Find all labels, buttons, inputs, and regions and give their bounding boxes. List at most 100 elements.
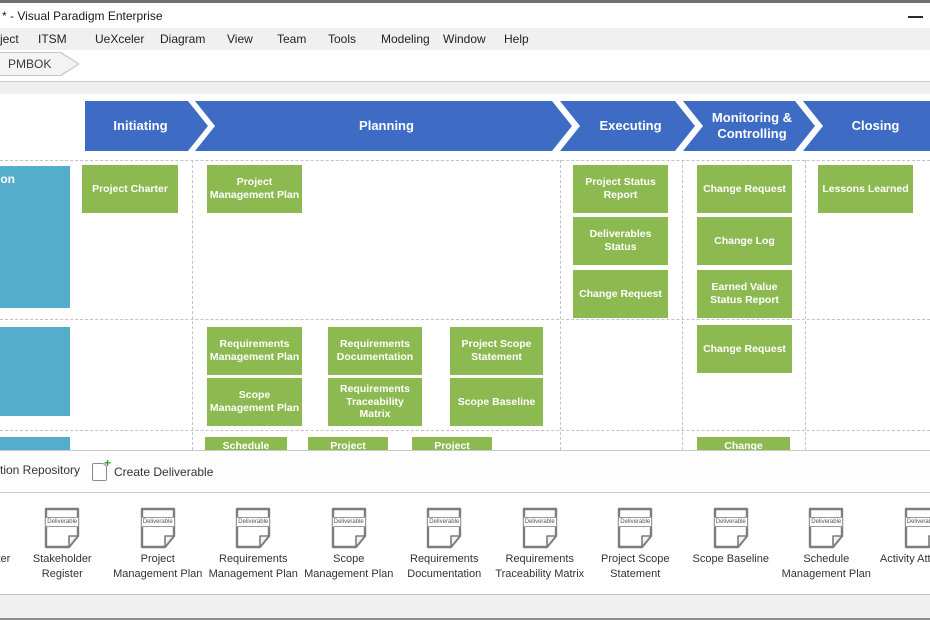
deliverable-box-project-scope-statement[interactable]: Project Scope Statement [450, 327, 543, 375]
menu-item-team[interactable]: Team [277, 28, 306, 50]
phase-label: Planning [359, 118, 414, 134]
repository-panel-header: tion Repository + Create Deliverable [0, 451, 930, 493]
deliverable-stereotype-label: Deliverable [427, 517, 461, 527]
deliverable-stereotype-label: Deliverable [332, 517, 366, 527]
deliverable-document-icon: Deliverable [808, 507, 844, 549]
menu-item-itsm[interactable]: ITSM [38, 28, 67, 50]
application-window: * - Visual Paradigm Enterprise ject ITSM U… [0, 0, 930, 620]
deliverable-box-project-status-report[interactable]: Project Status Report [573, 165, 668, 213]
repository-panel-title: tion Repository [0, 463, 80, 477]
deliverable-box-requirements-management-plan[interactable]: Requirements Management Plan [207, 327, 302, 375]
phase-label: Closing [852, 118, 900, 134]
deliverable-stereotype-label: Deliverable [141, 517, 175, 527]
phase-label: Executing [599, 118, 661, 134]
phase-label: Monitoring & Controlling [701, 110, 803, 143]
deliverable-stereotype-label: Deliverable [236, 517, 270, 527]
deliverable-stereotype-label: Deliverable [523, 517, 557, 527]
deliverable-box-requirements-traceability-matrix[interactable]: Requirements Traceability Matrix [328, 378, 422, 426]
minimize-button[interactable] [903, 9, 927, 25]
deliverable-document-icon: Deliverable [713, 507, 749, 549]
deliverable-document-icon: Deliverable [426, 507, 462, 549]
deliverable-document-icon: Deliverable [44, 507, 80, 549]
create-deliverable-button[interactable]: + Create Deliverable [86, 459, 219, 485]
status-bar [0, 594, 930, 620]
phase-monitoring-controlling[interactable]: Monitoring & Controlling [683, 101, 815, 151]
deliverable-box-change[interactable]: Change [697, 437, 790, 450]
repository-item-label: Project Charter [0, 552, 14, 567]
deliverable-box-change-request[interactable]: Change Request [697, 165, 792, 213]
deliverable-box-change-request[interactable]: Change Request [573, 270, 668, 318]
grid-vline [682, 160, 683, 450]
deliverable-document-icon: Deliverable [904, 507, 930, 549]
repository-item-label: Requirements Documentation [397, 552, 492, 582]
deliverable-box-scope-management-plan[interactable]: Scope Management Plan [207, 378, 302, 426]
repository-item-requirements-documentation[interactable]: Deliverable Requirements Documentation [397, 507, 493, 582]
deliverable-stereotype-label: Deliverable [714, 517, 748, 527]
repository-item-requirements-management-plan[interactable]: Deliverable Requirements Management Plan [206, 507, 302, 582]
canvas-top-band [0, 82, 930, 94]
grid-hline [0, 319, 930, 320]
phase-initiating[interactable]: Initiating [85, 101, 208, 151]
deliverable-box-project-charter[interactable]: Project Charter [82, 165, 178, 213]
repository-item-scope-baseline[interactable]: Deliverable Scope Baseline [683, 507, 779, 582]
grid-hline [0, 160, 930, 161]
grid-vline [192, 160, 193, 450]
deliverable-document-icon: Deliverable [235, 507, 271, 549]
repository-item-scope-management-plan[interactable]: Deliverable Scope Management Plan [301, 507, 397, 582]
knowledge-area-header[interactable]: tion [0, 166, 70, 308]
deliverable-box-project[interactable]: Project [412, 437, 492, 450]
knowledge-area-header[interactable] [0, 437, 70, 450]
minimize-icon [908, 16, 923, 18]
deliverable-box-lessons-learned[interactable]: Lessons Learned [818, 165, 913, 213]
menu-item-tools[interactable]: Tools [328, 28, 356, 50]
deliverable-box-deliverables-status[interactable]: Deliverables Status [573, 217, 668, 265]
menu-item-uexceler[interactable]: UeXceler [95, 28, 144, 50]
deliverable-box-requirements-documentation[interactable]: Requirements Documentation [328, 327, 422, 375]
menu-item-ject[interactable]: ject [0, 28, 19, 50]
menu-item-modeling[interactable]: Modeling [381, 28, 430, 50]
grid-hline [0, 430, 930, 431]
deliverable-box-earned-value-status-report[interactable]: Earned Value Status Report [697, 270, 792, 318]
deliverable-document-icon: Deliverable [140, 507, 176, 549]
knowledge-area-header[interactable] [0, 327, 70, 416]
repository-item-project-scope-statement[interactable]: DeliverableProject Scope Statement [588, 507, 684, 582]
menu-item-window[interactable]: Window [443, 28, 486, 50]
phase-executing[interactable]: Executing [560, 101, 695, 151]
deliverable-document-icon: Deliverable [522, 507, 558, 549]
repository-item-label: Activity Attributes [874, 552, 930, 567]
tab-pmbok-label: PMBOK [8, 52, 51, 76]
deliverable-box-project[interactable]: Project [308, 437, 388, 450]
repository-item-label: Scope Baseline [683, 552, 778, 567]
window-title: * - Visual Paradigm Enterprise [2, 9, 163, 23]
phase-closing[interactable]: Closing [803, 101, 930, 151]
repository-item-label: Project Management Plan [110, 552, 205, 582]
deliverable-stereotype-label: Deliverable [45, 517, 79, 527]
deliverable-box-schedule[interactable]: Schedule [205, 437, 287, 450]
deliverable-box-project-management-plan[interactable]: Project Management Plan [207, 165, 302, 213]
phase-planning[interactable]: Planning [195, 101, 572, 151]
repository-item-stakeholder-register[interactable]: Deliverable Stakeholder Register [15, 507, 111, 582]
deliverable-box-change-log[interactable]: Change Log [697, 217, 792, 265]
menu-item-help[interactable]: Help [504, 28, 529, 50]
repository-item-label: Requirements Management Plan [206, 552, 301, 582]
repository-item-label: Scope Management Plan [301, 552, 396, 582]
deliverable-box-scope-baseline[interactable]: Scope Baseline [450, 378, 543, 426]
repository-item-project-charter[interactable]: DeliverableProject Charter [0, 507, 15, 582]
create-deliverable-label: Create Deliverable [114, 465, 213, 479]
deliverable-document-icon: Deliverable [617, 507, 653, 549]
repository-item-project-management-plan[interactable]: Deliverable Project Management Plan [110, 507, 206, 582]
new-document-icon: + [92, 463, 107, 481]
repository-item-label: Stakeholder Register [15, 552, 110, 582]
menu-bar: ject ITSM UeXceler Diagram View Team Tools Mode… [0, 28, 930, 51]
deliverable-stereotype-label: Deliverable [905, 517, 930, 527]
menu-item-diagram[interactable]: Diagram [160, 28, 205, 50]
repository-item-schedule-management-plan[interactable]: DeliverableSchedule Management Plan [779, 507, 875, 582]
plus-icon: + [104, 458, 111, 468]
repository-item-label: Schedule Management Plan [779, 552, 874, 582]
pmbok-diagram-canvas[interactable]: Initiating Planning Executing Monitoring & … [0, 94, 930, 450]
repository-item-requirements-traceability-matrix[interactable]: DeliverableRequirements Traceability Mat… [492, 507, 588, 582]
repository-item-activity-attributes[interactable]: Deliverable Activity Attributes [874, 507, 930, 582]
title-bar[interactable]: * - Visual Paradigm Enterprise [0, 3, 930, 28]
deliverable-box-change-request[interactable]: Change Request [697, 325, 792, 373]
menu-item-view[interactable]: View [227, 28, 253, 50]
